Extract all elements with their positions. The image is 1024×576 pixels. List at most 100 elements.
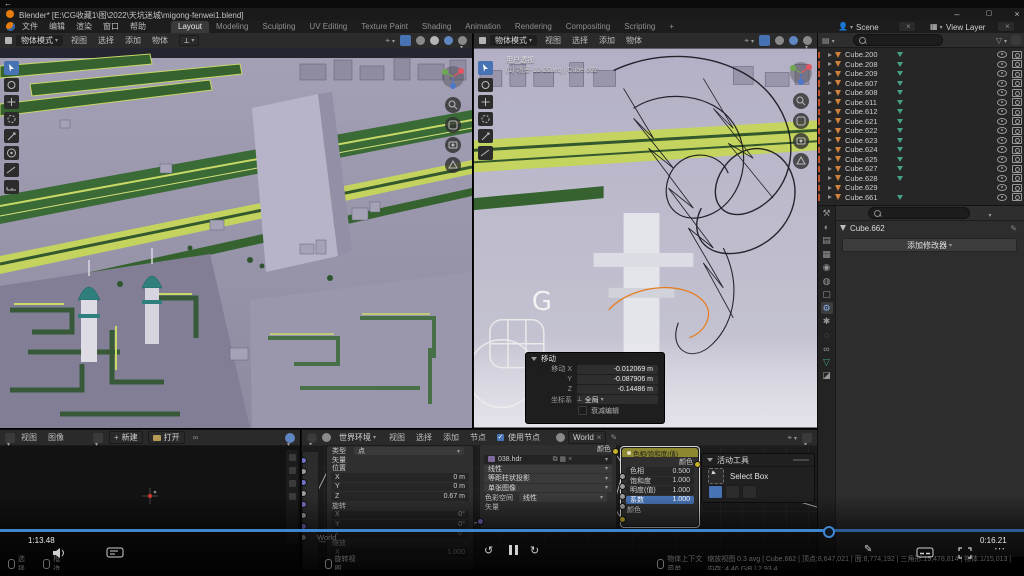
tab-object[interactable]: ▢ bbox=[821, 289, 833, 301]
hide-render-icon[interactable] bbox=[1012, 193, 1022, 201]
factor-field[interactable]: 系数1.000 bbox=[626, 496, 694, 505]
image-browse-icon[interactable] bbox=[93, 433, 103, 443]
outliner-search-input[interactable] bbox=[853, 34, 943, 46]
maximize-button[interactable]: ▢ bbox=[984, 9, 994, 17]
hide-viewport-icon[interactable] bbox=[997, 127, 1007, 134]
outliner-row[interactable]: Cube.608 bbox=[818, 88, 1024, 98]
tab-shading[interactable]: Shading bbox=[415, 21, 458, 33]
minimize-button[interactable]: – bbox=[952, 9, 962, 19]
open-image-button[interactable]: 打开 bbox=[148, 431, 185, 444]
pause-icon-bar2[interactable] bbox=[515, 545, 518, 555]
hide-render-icon[interactable] bbox=[1012, 60, 1022, 68]
environment-texture-node[interactable]: 颜色 038.hdr ⧉ ▦ × 线性 等距柱状投影 单张图像 色彩空间 线性 … bbox=[479, 445, 617, 529]
expand-icon[interactable] bbox=[828, 195, 832, 199]
proportional-checkbox[interactable] bbox=[578, 406, 587, 415]
volume-icon[interactable] bbox=[52, 547, 66, 559]
hide-viewport-icon[interactable] bbox=[997, 146, 1007, 153]
outliner-row[interactable]: Cube.624 bbox=[818, 145, 1024, 155]
expand-icon[interactable] bbox=[828, 110, 832, 114]
expand-icon[interactable] bbox=[828, 91, 832, 95]
hide-viewport-icon[interactable] bbox=[997, 137, 1007, 144]
select-mode-extend-button[interactable] bbox=[725, 485, 740, 499]
hsv-node[interactable]: 色相/饱和度(值) 颜色 色相0.500 饱和度1.000 明度(值)1.000… bbox=[621, 447, 699, 527]
image-display-icon[interactable] bbox=[285, 433, 295, 443]
viewport-left-gizmo[interactable] bbox=[440, 65, 466, 185]
expand-icon[interactable] bbox=[828, 100, 832, 104]
loc-x-field[interactable]: X0 m bbox=[331, 473, 469, 482]
image-datablock-field[interactable]: 038.hdr ⧉ ▦ × bbox=[484, 455, 612, 464]
hide-viewport-icon[interactable] bbox=[997, 70, 1007, 77]
rot-y-field[interactable]: Y0° bbox=[331, 520, 469, 529]
viewport-right-toolbar[interactable] bbox=[477, 61, 495, 211]
hide-render-icon[interactable] bbox=[1012, 89, 1022, 97]
menu-edit[interactable]: 编辑 bbox=[49, 21, 65, 32]
window-titlebar[interactable]: Blender* [E:\CG收藏1\图\2022\天坑迷城\migong-fe… bbox=[0, 8, 1024, 20]
shading-solid-icon[interactable] bbox=[430, 36, 439, 45]
viewport-right-gizmo[interactable] bbox=[788, 61, 814, 181]
color-output-socket[interactable] bbox=[612, 448, 619, 455]
pin-icon[interactable]: ✎ bbox=[1010, 224, 1017, 233]
properties-search-input[interactable] bbox=[868, 207, 970, 219]
viewport-left-canvas[interactable] bbox=[0, 48, 472, 428]
new-image-button[interactable]: +新建 bbox=[109, 431, 143, 444]
hide-render-icon[interactable] bbox=[1012, 70, 1022, 78]
hide-render-icon[interactable] bbox=[1012, 51, 1022, 59]
scene-browse-icon[interactable]: 👤 bbox=[838, 22, 853, 31]
outliner[interactable]: ▤ ▽ Cube.200 Cube.208 Cube.209 Cube.607 … bbox=[817, 33, 1024, 205]
outliner-row[interactable]: Cube.628 bbox=[818, 174, 1024, 184]
hide-viewport-icon[interactable] bbox=[997, 156, 1007, 163]
viewport-left[interactable]: 物体模式 视图 选择 添加 物体 ⟂ ⌖ bbox=[0, 33, 472, 428]
menu-add[interactable]: 添加 bbox=[125, 35, 141, 46]
outliner-row[interactable]: Cube.621 bbox=[818, 117, 1024, 127]
outliner-options-icon[interactable] bbox=[1011, 35, 1021, 45]
shading-material-icon[interactable] bbox=[444, 36, 453, 45]
hide-viewport-icon[interactable] bbox=[997, 89, 1007, 96]
outliner-row[interactable]: Cube.612 bbox=[818, 107, 1024, 117]
saturation-field[interactable]: 饱和度1.000 bbox=[626, 477, 694, 486]
menu-node[interactable]: 节点 bbox=[470, 432, 486, 443]
hide-viewport-icon[interactable] bbox=[997, 108, 1007, 115]
menu-view[interactable]: 视图 bbox=[21, 432, 37, 443]
menu-image[interactable]: 图像 bbox=[48, 432, 64, 443]
loc-z-field[interactable]: Z0.67 m bbox=[331, 492, 469, 501]
interpolation-dropdown[interactable]: 线性 bbox=[484, 465, 612, 474]
move-z-field[interactable]: -0.14486 m bbox=[577, 385, 658, 394]
hide-viewport-icon[interactable] bbox=[997, 194, 1007, 201]
hide-render-icon[interactable] bbox=[1012, 165, 1022, 173]
snap-magnet-icon[interactable]: ⌖ bbox=[787, 433, 797, 443]
outliner-row[interactable]: Cube.208 bbox=[818, 60, 1024, 70]
shading-wireframe-icon[interactable] bbox=[775, 36, 784, 45]
expand-icon[interactable] bbox=[828, 176, 832, 180]
outliner-row[interactable]: Cube.209 bbox=[818, 69, 1024, 79]
scene-selector[interactable]: Scene bbox=[856, 23, 879, 32]
tab-scene[interactable]: ◉ bbox=[821, 262, 833, 274]
tab-rendering[interactable]: Rendering bbox=[508, 21, 559, 33]
tab-compositing[interactable]: Compositing bbox=[559, 21, 617, 33]
view-layer-selector[interactable]: View Layer bbox=[946, 23, 985, 32]
tab-uv-editing[interactable]: UV Editing bbox=[302, 21, 354, 33]
editor-type-icon[interactable] bbox=[307, 433, 317, 443]
hide-viewport-icon[interactable] bbox=[997, 51, 1007, 58]
loc-y-field[interactable]: Y0 m bbox=[331, 483, 469, 492]
hue-field[interactable]: 色相0.500 bbox=[626, 467, 694, 476]
rewind-icon[interactable]: ↺ bbox=[484, 544, 493, 557]
tab-modeling[interactable]: Modeling bbox=[209, 21, 255, 33]
mode-dropdown[interactable]: 物体模式 bbox=[490, 35, 537, 46]
projection-dropdown[interactable]: 等距柱状投影 bbox=[484, 474, 612, 483]
shading-rendered-icon[interactable] bbox=[803, 36, 812, 45]
hide-viewport-icon[interactable] bbox=[997, 99, 1007, 106]
menu-add[interactable]: 添加 bbox=[443, 432, 459, 443]
menu-window[interactable]: 窗口 bbox=[103, 21, 119, 32]
tab-world[interactable]: ◍ bbox=[821, 275, 833, 287]
properties-options-icon[interactable] bbox=[986, 204, 991, 222]
tab-render[interactable]: ◐ bbox=[821, 221, 833, 233]
menu-view[interactable]: 视图 bbox=[71, 35, 87, 46]
color-input-socket[interactable] bbox=[619, 516, 626, 523]
proportional-edit-icon[interactable] bbox=[759, 35, 770, 46]
snap-magnet-icon[interactable]: ⌖ bbox=[744, 36, 754, 46]
tab-layout[interactable]: Layout bbox=[171, 21, 209, 33]
menu-add[interactable]: 添加 bbox=[599, 35, 615, 46]
tab-constraints[interactable]: ∞ bbox=[821, 343, 833, 355]
close-button[interactable]: × bbox=[1012, 9, 1022, 19]
viewlayer-browse-icon[interactable]: ▦ bbox=[930, 22, 943, 31]
